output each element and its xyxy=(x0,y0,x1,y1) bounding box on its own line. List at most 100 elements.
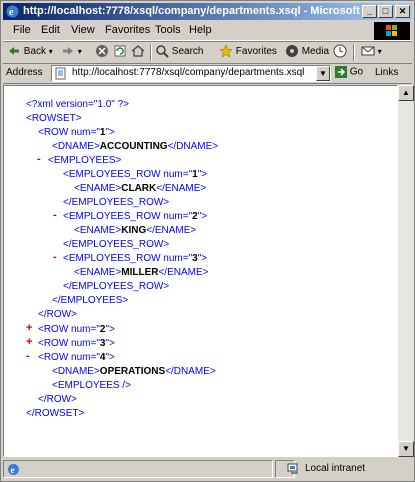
xml-dname-accounting: <DNAME>ACCOUNTING</DNAME> xyxy=(52,141,218,153)
xml-employees-close: </EMPLOYEES> xyxy=(52,295,128,307)
forward-button[interactable]: ▾ xyxy=(61,44,82,60)
favorites-label: Favorites xyxy=(235,46,277,57)
menu-bar: File Edit View Favorites Tools Help xyxy=(3,22,412,41)
xml-view: <?xml version="1.0" ?> <ROWSET> <ROW num… xyxy=(3,85,398,457)
close-button[interactable]: ✕ xyxy=(395,5,410,18)
scroll-up-icon[interactable]: ▲ xyxy=(398,85,414,101)
tag-text: "> xyxy=(105,127,115,138)
media-icon xyxy=(286,45,298,58)
tag-text: "> xyxy=(197,211,208,222)
xml-rowset-open: <ROWSET> xyxy=(26,113,82,125)
tag-text: </DNAME> xyxy=(165,366,216,377)
tag-text: </EMPLOYEES_ROW> xyxy=(63,239,170,250)
xml-emprow3-close: </EMPLOYEES_ROW> xyxy=(63,281,169,293)
menu-view[interactable]: View xyxy=(71,24,95,36)
maximize-button[interactable]: □ xyxy=(378,5,393,18)
tag-text: </ROWSET> xyxy=(26,408,85,419)
xml-pi-text: <?xml version="1.0" ?> xyxy=(26,99,129,110)
xml-dname-operations: <DNAME>OPERATIONS</DNAME> xyxy=(52,366,216,378)
menu-edit[interactable]: Edit xyxy=(41,24,60,36)
tag-text: </ENAME> xyxy=(158,267,209,278)
xml-emprow1-close: </EMPLOYEES_ROW> xyxy=(63,197,169,209)
tag-text: <EMPLOYEES> xyxy=(48,155,122,166)
expand-toggle[interactable]: + xyxy=(26,336,32,348)
history-clock-icon xyxy=(333,44,347,58)
go-button[interactable]: Go xyxy=(335,66,363,78)
tag-text: <ENAME> xyxy=(74,267,122,278)
favorites-star-icon xyxy=(219,44,233,58)
xml-ename-miller: <ENAME>MILLER</ENAME> xyxy=(74,267,209,279)
back-button[interactable]: Back ▾ xyxy=(7,44,53,60)
mail-button[interactable]: ▾ xyxy=(361,44,382,60)
tag-text: </ENAME> xyxy=(146,225,197,236)
xml-rowset-close: </ROWSET> xyxy=(26,408,84,420)
tag-text: </ROW> xyxy=(38,309,77,320)
go-label: Go xyxy=(349,66,364,78)
xml-row4-close: </ROW> xyxy=(38,394,77,406)
ie-page-icon: e xyxy=(8,464,19,475)
xml-row1-close: </ROW> xyxy=(38,309,77,321)
tag-text: <ROW num=" xyxy=(38,338,100,349)
address-input[interactable]: http://localhost:7778/xsql/company/depar… xyxy=(51,65,331,82)
refresh-button[interactable] xyxy=(113,44,127,60)
tag-text: </EMPLOYEES_ROW> xyxy=(63,197,170,208)
xml-emprow1-open: <EMPLOYEES_ROW num="1"> xyxy=(63,169,207,181)
search-button[interactable]: Search xyxy=(155,44,203,60)
tag-text: </EMPLOYEES> xyxy=(52,295,129,306)
svg-text:e: e xyxy=(9,7,14,18)
xml-emprow2-close: </EMPLOYEES_ROW> xyxy=(63,239,169,251)
ie-logo-icon: e xyxy=(6,5,19,18)
scroll-down-icon[interactable]: ▼ xyxy=(398,441,414,457)
address-label: Address xyxy=(6,67,43,78)
tag-text: <ROW num=" xyxy=(38,324,100,335)
media-button[interactable]: Media xyxy=(285,44,329,60)
menu-file[interactable]: File xyxy=(13,24,31,36)
address-dropdown-icon[interactable]: ▼ xyxy=(316,66,330,81)
xml-declaration: <?xml version="1.0" ?> xyxy=(26,99,129,111)
toolbar-separator xyxy=(353,44,355,61)
collapse-toggle[interactable]: - xyxy=(53,209,57,221)
forward-arrow-icon xyxy=(63,47,73,56)
collapse-toggle[interactable]: - xyxy=(26,350,30,362)
tag-text: "> xyxy=(105,324,115,335)
xml-emprow3-open: <EMPLOYEES_ROW num="3"> xyxy=(63,253,207,265)
expand-toggle[interactable]: + xyxy=(26,322,32,334)
media-label: Media xyxy=(301,46,330,57)
tag-text: </DNAME> xyxy=(167,141,219,152)
history-button[interactable] xyxy=(333,44,347,60)
tag-text: <DNAME> xyxy=(52,366,100,377)
collapse-toggle[interactable]: - xyxy=(53,251,57,263)
xml-row4-open: <ROW num="4"> xyxy=(38,352,115,364)
menu-tools[interactable]: Tools xyxy=(155,24,181,36)
xml-ename-king: <ENAME>KING</ENAME> xyxy=(74,225,196,237)
links-button[interactable]: Links xyxy=(375,67,398,78)
menu-help[interactable]: Help xyxy=(189,24,212,36)
address-value: http://localhost:7778/xsql/company/depar… xyxy=(72,67,305,78)
minimize-button[interactable]: _ xyxy=(362,5,377,18)
stop-button[interactable] xyxy=(95,44,109,60)
tag-text: </ENAME> xyxy=(156,183,207,194)
node-text: CLARK xyxy=(121,183,157,194)
menu-favorites[interactable]: Favorites xyxy=(105,24,150,36)
xml-employees-open: <EMPLOYEES> xyxy=(48,155,121,167)
stop-icon xyxy=(96,45,108,58)
node-text: OPERATIONS xyxy=(99,366,166,377)
vertical-scrollbar[interactable]: ▲ ▼ xyxy=(398,85,414,457)
tag-text: <EMPLOYEES_ROW num=" xyxy=(63,253,193,264)
search-icon xyxy=(156,45,169,59)
tag-text: "> xyxy=(197,169,208,180)
xml-employees-empty: <EMPLOYEES /> xyxy=(52,380,131,392)
tag-text: <EMPLOYEES_ROW num=" xyxy=(63,169,193,180)
tag-text: "> xyxy=(105,352,115,363)
local-intranet-icon xyxy=(287,463,298,474)
collapse-toggle[interactable]: - xyxy=(37,153,41,165)
back-label: Back xyxy=(23,46,47,57)
browser-window: e http://localhost:7778/xsql/company/dep… xyxy=(0,0,415,482)
svg-text:e: e xyxy=(11,465,15,475)
xml-ename-clark: <ENAME>CLARK</ENAME> xyxy=(74,183,206,195)
back-arrow-icon xyxy=(9,47,19,56)
page-icon xyxy=(55,67,66,80)
favorites-button[interactable]: Favorites xyxy=(219,44,277,60)
home-button[interactable] xyxy=(131,44,145,60)
tag-text: <ROW num=" xyxy=(38,127,100,138)
